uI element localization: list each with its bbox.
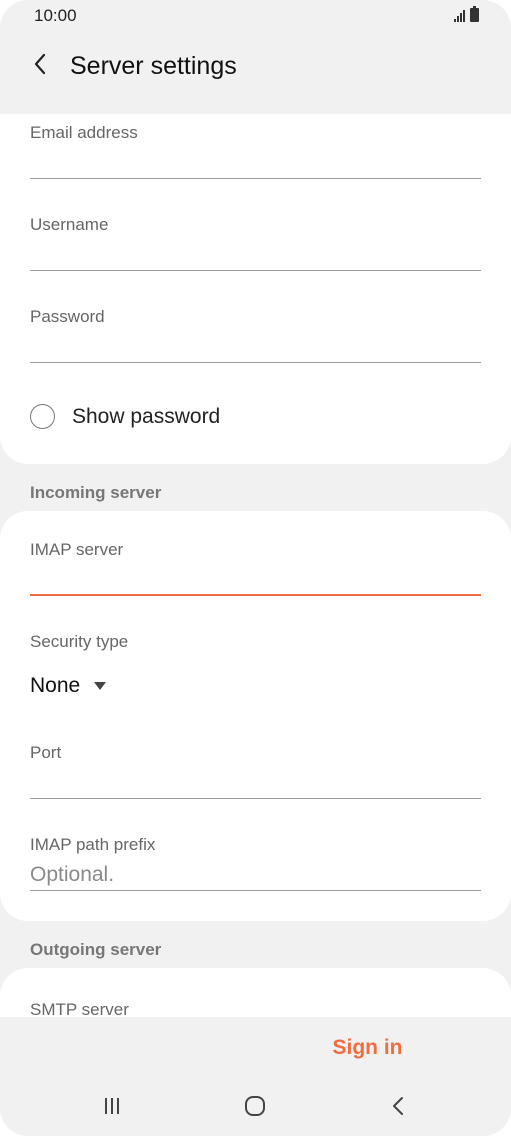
show-password-radio[interactable]: [30, 404, 55, 429]
incoming-server-card: IMAP server Security type None Port IMAP…: [0, 511, 511, 921]
security-type-dropdown[interactable]: None: [30, 674, 107, 698]
account-card: Email address Username Password Show pas…: [0, 114, 511, 464]
security-type-group: Security type: [30, 632, 481, 652]
imap-path-prefix-input[interactable]: [30, 855, 481, 891]
signal-icon: [454, 9, 465, 22]
nav-back-button[interactable]: [378, 1091, 418, 1121]
imap-path-prefix-field-group: IMAP path prefix: [30, 835, 481, 891]
back-arrow-icon: [34, 53, 46, 75]
battery-icon: [470, 6, 479, 22]
app-header: Server settings: [0, 36, 511, 96]
status-time: 10:00: [34, 6, 77, 25]
port-field-group: Port: [30, 743, 481, 799]
password-label: Password: [30, 307, 105, 326]
security-type-value: None: [30, 674, 81, 697]
back-button[interactable]: [26, 48, 54, 80]
username-field-group: Username: [30, 215, 481, 271]
email-label: Email address: [30, 123, 138, 142]
outgoing-server-heading: Outgoing server: [30, 940, 162, 959]
recents-button[interactable]: [92, 1091, 132, 1121]
port-input[interactable]: [30, 763, 481, 799]
phone-screen: 10:00 Server settings Email address User…: [0, 0, 511, 1136]
imap-path-prefix-label: IMAP path prefix: [30, 835, 156, 854]
caret-down-icon: [94, 682, 107, 690]
email-input[interactable]: [30, 143, 481, 179]
email-field-group: Email address: [30, 123, 481, 179]
home-icon: [245, 1096, 265, 1116]
back-icon: [393, 1097, 403, 1115]
username-label: Username: [30, 215, 109, 234]
sign-in-button[interactable]: Sign in: [320, 1031, 415, 1065]
action-bar: Sign in: [0, 1017, 511, 1079]
password-input[interactable]: [30, 327, 481, 363]
show-password-toggle[interactable]: Show password: [30, 404, 220, 429]
imap-server-input[interactable]: [30, 560, 481, 596]
page-title: Server settings: [70, 52, 237, 80]
home-button[interactable]: [235, 1091, 275, 1121]
username-input[interactable]: [30, 235, 481, 271]
incoming-server-heading: Incoming server: [30, 483, 162, 502]
password-field-group: Password: [30, 307, 481, 363]
status-icons: [454, 6, 479, 22]
status-bar: 10:00: [0, 0, 511, 32]
port-label: Port: [30, 743, 62, 762]
security-type-label: Security type: [30, 632, 129, 651]
recents-icon: [105, 1098, 119, 1114]
imap-server-label: IMAP server: [30, 540, 124, 559]
navigation-bar: [0, 1079, 511, 1136]
imap-server-field-group: IMAP server: [30, 540, 481, 596]
show-password-label: Show password: [72, 404, 221, 428]
